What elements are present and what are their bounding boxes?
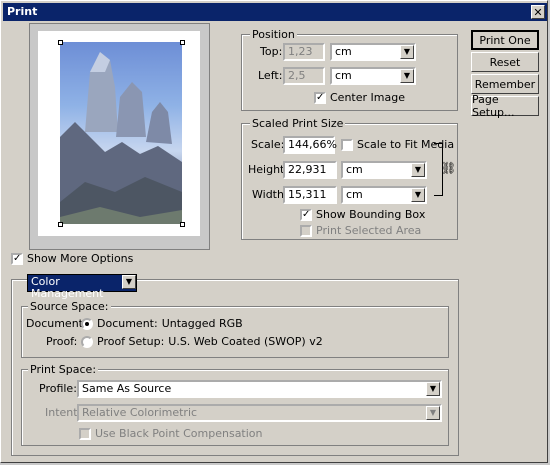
- proof-profile-value: U.S. Web Coated (SWOP) v2: [168, 335, 323, 348]
- print-one-button[interactable]: Print One: [471, 30, 539, 50]
- width-input[interactable]: 15,311: [283, 186, 337, 204]
- image-preview[interactable]: [60, 42, 182, 224]
- remember-button[interactable]: Remember: [471, 74, 539, 94]
- chevron-down-icon: ▼: [400, 69, 414, 83]
- checkbox-box: [341, 138, 353, 151]
- chevron-down-icon: ▼: [400, 45, 414, 59]
- title-bar: Print ✕: [3, 3, 547, 21]
- print-selected-area-label: Print Selected Area: [316, 224, 422, 237]
- print-dialog: Print ✕ Print One Reset Remember Page Se…: [0, 0, 548, 463]
- document-label: Document:: [26, 317, 87, 330]
- bounding-handle-tl[interactable]: [58, 40, 63, 45]
- close-icon[interactable]: ✕: [531, 5, 545, 19]
- bounding-handle-br[interactable]: [180, 222, 185, 227]
- checkbox-box: ✓: [300, 208, 312, 221]
- chevron-down-icon: ▼: [426, 406, 440, 420]
- width-unit-value: cm: [346, 188, 363, 201]
- top-label: Top:: [260, 45, 283, 58]
- print-preview: [29, 23, 210, 250]
- profile-select[interactable]: Same As Source ▼: [77, 380, 442, 398]
- left-unit-select[interactable]: cm ▼: [330, 67, 416, 85]
- width-unit-select[interactable]: cm ▼: [341, 186, 427, 204]
- top-unit-select[interactable]: cm ▼: [330, 43, 416, 61]
- profile-label: Profile:: [39, 382, 77, 395]
- chevron-down-icon: ▼: [411, 163, 425, 177]
- black-point-compensation-checkbox[interactable]: Use Black Point Compensation: [79, 427, 263, 440]
- document-profile-value: Untagged RGB: [161, 317, 243, 330]
- checkbox-box: ✓: [314, 91, 326, 104]
- show-more-options-checkbox[interactable]: ✓ Show More Options: [11, 252, 133, 265]
- show-bounding-box-label: Show Bounding Box: [316, 208, 426, 221]
- top-input[interactable]: 1,23: [283, 43, 325, 61]
- left-label: Left:: [258, 69, 283, 82]
- intent-value: Relative Colorimetric: [82, 406, 198, 419]
- document-option-label: Document:: [97, 317, 158, 330]
- checkbox-box: [79, 427, 91, 440]
- left-input[interactable]: 2,5: [283, 67, 325, 85]
- show-more-options-label: Show More Options: [27, 252, 134, 265]
- profile-value: Same As Source: [82, 382, 172, 395]
- black-point-compensation-label: Use Black Point Compensation: [95, 427, 263, 440]
- options-dropdown-value: Color Management: [31, 275, 104, 300]
- chain-link-icon[interactable]: ⛓: [441, 161, 456, 175]
- proof-option-label: Proof Setup:: [97, 335, 165, 348]
- bounding-handle-bl[interactable]: [58, 222, 63, 227]
- intent-select[interactable]: Relative Colorimetric ▼: [77, 404, 442, 422]
- print-selected-area-checkbox[interactable]: Print Selected Area: [300, 224, 421, 237]
- center-image-label: Center Image: [330, 91, 405, 104]
- radio-dot: [81, 335, 93, 348]
- scale-input[interactable]: 144,66%: [283, 136, 337, 154]
- chevron-down-icon: ▼: [426, 382, 440, 396]
- chevron-down-icon: ▼: [411, 188, 425, 202]
- bounding-handle-tr[interactable]: [180, 40, 185, 45]
- paper-preview: [38, 31, 200, 236]
- reset-button[interactable]: Reset: [471, 52, 539, 72]
- scaled-print-size-label: Scaled Print Size: [250, 117, 346, 130]
- position-group-label: Position: [250, 28, 297, 41]
- document-radio[interactable]: Document: Untagged RGB: [81, 317, 243, 330]
- scale-label: Scale:: [251, 138, 285, 151]
- proof-label: Proof:: [46, 335, 78, 348]
- source-space-label: Source Space:: [28, 300, 111, 313]
- checkbox-box: [300, 224, 312, 237]
- intent-label: Intent:: [45, 406, 82, 419]
- center-image-checkbox[interactable]: ✓ Center Image: [314, 91, 405, 104]
- top-unit-value: cm: [335, 45, 352, 58]
- height-input[interactable]: 22,931: [283, 161, 337, 179]
- show-bounding-box-checkbox[interactable]: ✓ Show Bounding Box: [300, 208, 425, 221]
- left-unit-value: cm: [335, 69, 352, 82]
- checkbox-box: ✓: [11, 252, 23, 265]
- chevron-down-icon: ▼: [122, 275, 136, 289]
- height-unit-value: cm: [346, 163, 363, 176]
- proof-radio[interactable]: Proof Setup: U.S. Web Coated (SWOP) v2: [81, 335, 323, 348]
- radio-dot: [81, 317, 93, 330]
- options-dropdown[interactable]: Color Management ▼: [27, 274, 137, 300]
- page-setup-button[interactable]: Page Setup...: [471, 93, 539, 119]
- print-space-label: Print Space:: [28, 363, 99, 376]
- source-space-group: Source Space:: [21, 300, 449, 358]
- height-unit-select[interactable]: cm ▼: [341, 161, 427, 179]
- window-title: Print: [7, 5, 38, 18]
